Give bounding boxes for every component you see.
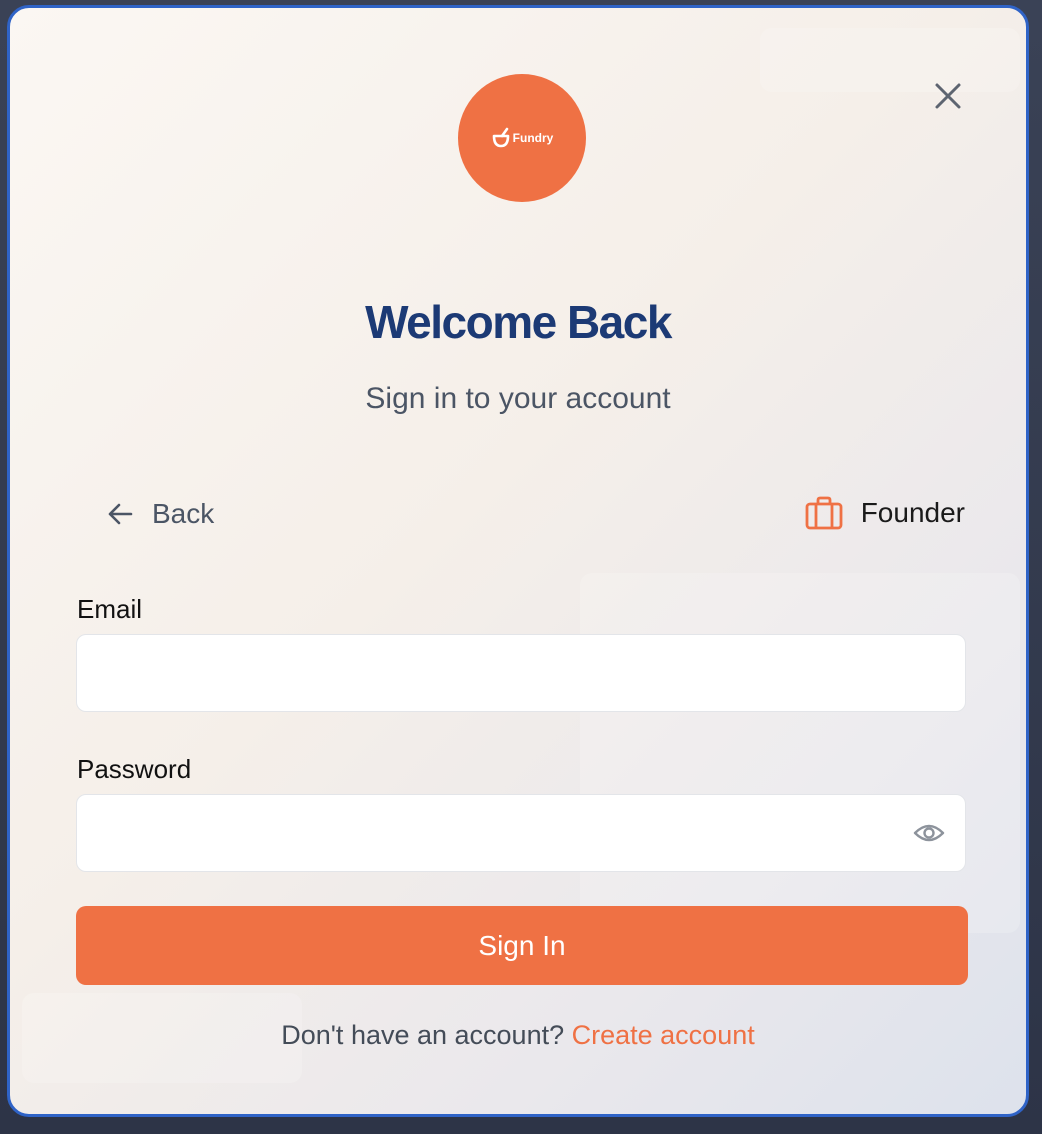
page-title: Welcome Back [365,296,672,348]
show-password-toggle[interactable] [913,819,945,847]
back-button[interactable]: Back [106,494,214,534]
mortar-logo-icon [492,127,509,148]
eye-icon [913,824,945,842]
close-icon [935,83,961,109]
close-button[interactable] [928,76,968,116]
sign-in-button[interactable]: Sign In [76,906,968,985]
fundry-logo: Fundry [458,74,586,202]
email-label: Email [77,594,143,624]
arrow-left-icon [108,503,133,525]
email-field[interactable] [77,635,965,711]
briefcase-icon [805,496,843,530]
background-pill [760,28,1020,92]
page-subtitle: Sign in to your account [365,382,671,415]
role-label: Founder [860,497,965,528]
password-label: Password [77,754,192,784]
signup-prompt: Don't have an account? Create account [10,1020,1026,1051]
email-field-wrapper [76,634,966,712]
create-account-link[interactable]: Create account [572,1020,755,1050]
password-field-wrapper [76,794,966,872]
back-label: Back [152,498,215,529]
background-card [580,573,1020,933]
logo-text: Fundry [512,131,554,145]
password-field[interactable] [77,795,965,871]
role-indicator: Founder [805,492,965,534]
signup-prompt-text: Don't have an account? [281,1020,565,1050]
sign-in-modal: Fundry Welcome Back Sign in to your acco… [7,5,1029,1117]
